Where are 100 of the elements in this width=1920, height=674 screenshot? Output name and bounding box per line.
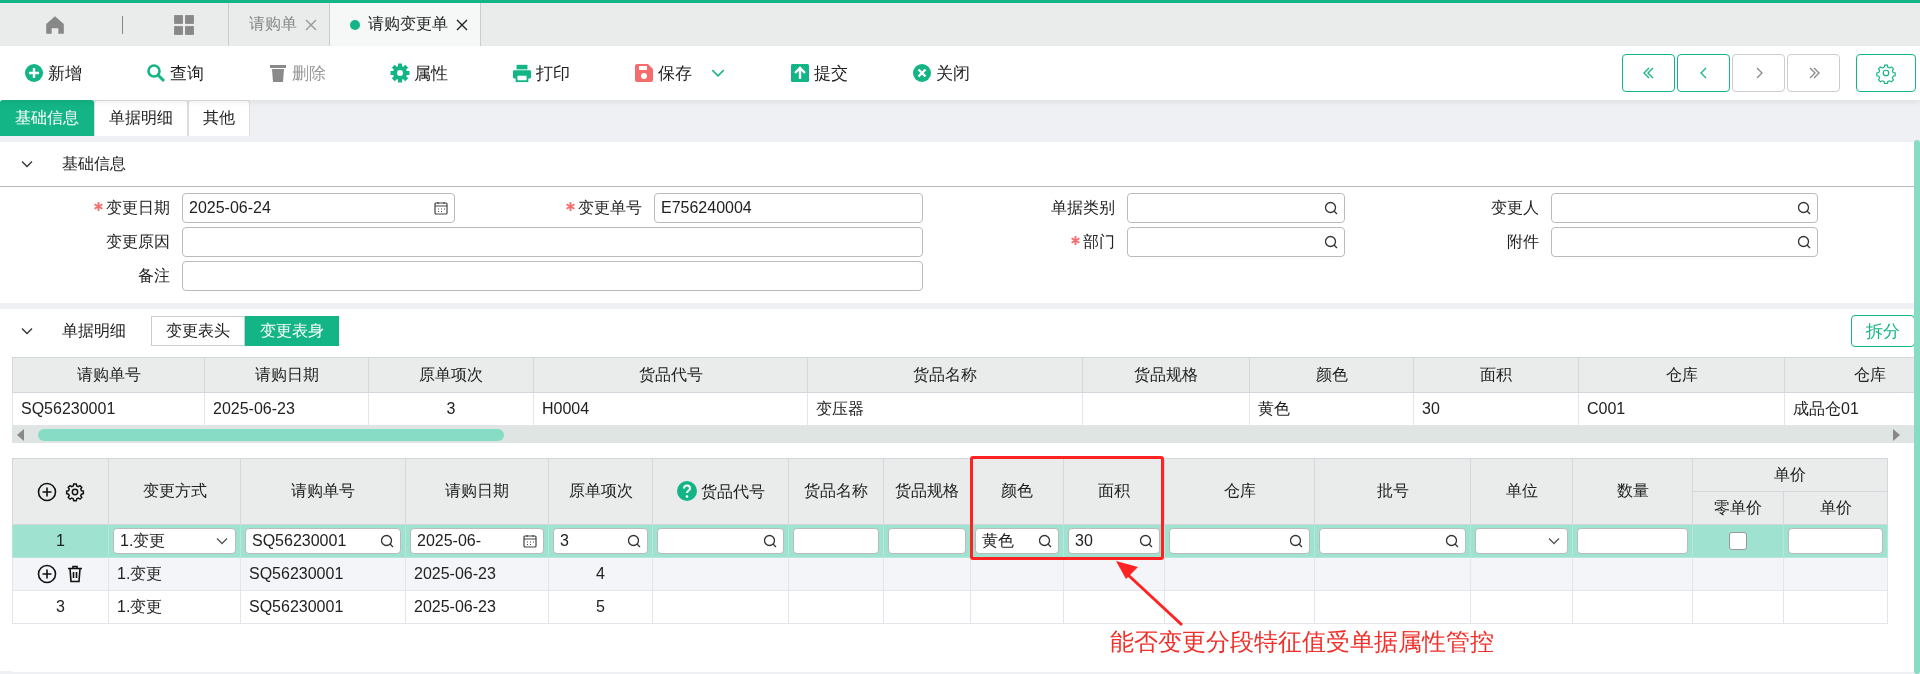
table-cell: 变压器 xyxy=(816,399,864,417)
column-header[interactable]: 请购日期 xyxy=(405,458,549,525)
column-header[interactable]: 仓库 xyxy=(1578,357,1785,393)
column-header[interactable]: 货品规格 xyxy=(883,458,971,525)
lookup-field[interactable] xyxy=(1551,227,1818,257)
table-cell: H0004 xyxy=(542,400,590,417)
lookup-field[interactable]: 3 xyxy=(553,528,648,554)
column-header[interactable]: 原单项次 xyxy=(368,357,534,393)
scrollbar-thumb[interactable] xyxy=(1914,140,1920,674)
column-header[interactable]: 货品规格 xyxy=(1082,357,1250,393)
input-field[interactable]: E756240004 xyxy=(654,193,923,223)
trash-icon xyxy=(268,63,288,83)
search-icon xyxy=(1038,534,1052,548)
column-header[interactable]: 变更方式 xyxy=(108,458,241,525)
settings-icon xyxy=(390,63,410,83)
section-title: 基础信息 xyxy=(62,153,126,174)
scroll-right-icon[interactable] xyxy=(1891,428,1901,441)
column-header[interactable]: 单价 xyxy=(1783,491,1888,525)
table-cell: 2025-06-23 xyxy=(414,598,496,615)
help-icon xyxy=(676,480,697,501)
column-header[interactable]: 原单项次 xyxy=(548,458,653,525)
field-label: 单据类别 xyxy=(1051,197,1115,218)
table-cell: 1.变更 xyxy=(117,597,163,615)
column-header[interactable]: 请购单号 xyxy=(240,458,406,525)
grid-icon[interactable] xyxy=(173,13,195,36)
search-icon xyxy=(627,534,641,548)
lookup-field[interactable] xyxy=(1127,193,1345,223)
document-tab[interactable]: 请购变更单 xyxy=(329,3,481,46)
search-icon xyxy=(1797,201,1811,215)
lookup-field[interactable]: 黄色 xyxy=(975,528,1059,554)
table-cell: SQ56230001 xyxy=(21,400,116,417)
calendar-icon xyxy=(523,534,537,548)
column-header[interactable]: 面积 xyxy=(1413,357,1579,393)
lookup-field[interactable] xyxy=(657,528,784,554)
close-icon xyxy=(912,63,932,83)
input-field[interactable] xyxy=(793,528,879,554)
pager-button[interactable] xyxy=(1622,54,1675,92)
column-header[interactable]: 颜色 xyxy=(1249,357,1414,393)
lookup-field[interactable]: SQ56230001 xyxy=(245,528,401,554)
column-header[interactable]: 数量 xyxy=(1572,458,1693,525)
input-field[interactable] xyxy=(182,261,923,291)
input-field[interactable] xyxy=(1788,528,1883,554)
table-cell: SQ56230001 xyxy=(249,598,344,615)
section-tab[interactable]: 单据明细 xyxy=(94,100,188,136)
table-cell: 2025-06-23 xyxy=(213,400,295,417)
column-header[interactable]: 货品名称 xyxy=(788,458,884,525)
lookup-field[interactable] xyxy=(1169,528,1310,554)
search-icon xyxy=(1324,201,1338,215)
select-field[interactable]: 1.变更 xyxy=(113,528,236,554)
column-header[interactable]: 货品代号 xyxy=(652,458,789,525)
row-number: 1 xyxy=(56,532,65,549)
search-icon xyxy=(1324,235,1338,249)
annotation-text: 能否变更分段特征值受单据属性管控 xyxy=(1110,627,1494,657)
scrollbar-thumb[interactable] xyxy=(38,429,504,441)
add-row-icon[interactable] xyxy=(36,564,57,584)
view-toggle[interactable]: 变更表头 xyxy=(151,316,245,346)
column-header[interactable]: 面积 xyxy=(1063,458,1165,525)
column-header[interactable]: 批号 xyxy=(1314,458,1471,525)
column-header[interactable]: 货品名称 xyxy=(807,357,1083,393)
field-label: 变更日期 xyxy=(93,197,170,219)
toolbar-button[interactable]: 查询 xyxy=(140,61,210,85)
toolbar-button[interactable]: 属性 xyxy=(384,61,454,85)
lookup-field[interactable] xyxy=(1127,227,1345,257)
toolbar-button[interactable]: 新增 xyxy=(18,61,88,85)
settings-button[interactable] xyxy=(1856,54,1916,92)
input-field[interactable] xyxy=(182,227,923,257)
upload-icon xyxy=(790,63,810,83)
section-tab[interactable]: 其他 xyxy=(188,100,250,136)
toolbar-button[interactable]: 打印 xyxy=(506,61,576,85)
field-label: 备注 xyxy=(138,265,170,286)
date-field[interactable]: 2025-06-24 xyxy=(182,193,455,223)
lookup-field[interactable] xyxy=(1551,193,1818,223)
add-row-icon[interactable] xyxy=(36,481,57,502)
toolbar-button[interactable]: 关闭 xyxy=(906,61,976,85)
table-cell: 成品仓01 xyxy=(1793,399,1859,417)
column-header[interactable]: 颜色 xyxy=(970,458,1064,525)
column-header[interactable]: 仓库 xyxy=(1784,357,1915,393)
column-header[interactable]: 请购日期 xyxy=(204,357,369,393)
scroll-left-icon[interactable] xyxy=(16,428,26,441)
toolbar-button[interactable]: 保存 xyxy=(628,61,732,85)
lookup-field[interactable]: 30 xyxy=(1068,528,1160,554)
column-header[interactable]: 仓库 xyxy=(1164,458,1315,525)
column-header[interactable]: 货品代号 xyxy=(533,357,808,393)
column-header[interactable]: 请购单号 xyxy=(12,357,205,393)
checkbox[interactable] xyxy=(1729,532,1747,550)
pager-button[interactable] xyxy=(1677,54,1730,92)
input-field[interactable] xyxy=(1577,528,1688,554)
lookup-field[interactable] xyxy=(1319,528,1466,554)
input-field[interactable] xyxy=(888,528,966,554)
column-header[interactable]: 零单价 xyxy=(1692,491,1784,525)
toolbar-button[interactable]: 提交 xyxy=(784,61,854,85)
settings-icon[interactable] xyxy=(64,481,85,502)
close-icon[interactable] xyxy=(456,18,468,31)
search-icon xyxy=(1445,534,1459,548)
select-field[interactable] xyxy=(1475,528,1568,554)
date-field[interactable]: 2025-06- xyxy=(410,528,544,554)
table-cell: SQ56230001 xyxy=(249,565,344,582)
table-cell: 4 xyxy=(596,565,605,582)
column-header[interactable]: 单位 xyxy=(1470,458,1573,525)
search-icon xyxy=(1139,534,1153,548)
